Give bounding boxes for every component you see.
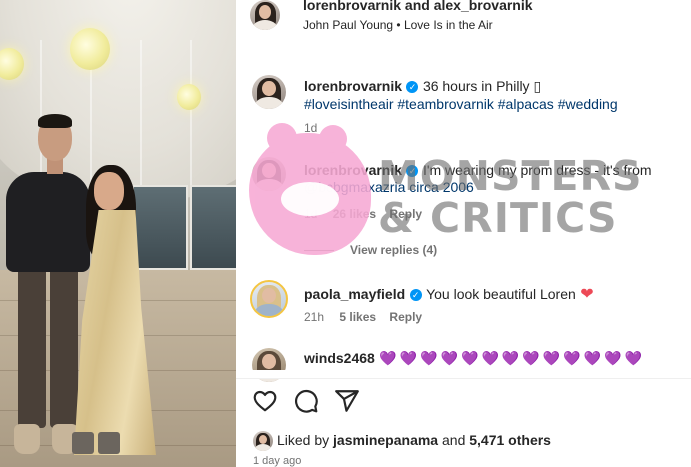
watermark-text: MONSTERS — [378, 152, 643, 200]
heart-outline-icon[interactable] — [252, 388, 278, 414]
comment-time: 21h — [304, 310, 325, 324]
caption-text: 36 hours in Philly ▯ — [422, 78, 542, 94]
post-timestamp: 1 day ago — [253, 455, 302, 467]
caption-hashtags[interactable]: #loveisintheair #teambrovarnik #alpacas … — [304, 96, 618, 112]
window — [190, 185, 236, 270]
comment-bubble-icon[interactable] — [293, 388, 319, 414]
post-author-avatar[interactable] — [250, 0, 280, 30]
comment-meta: 21h 5 likes Reply — [304, 310, 422, 324]
watermark-logo-face — [281, 182, 339, 216]
lantern — [70, 28, 110, 70]
view-replies-button[interactable]: View replies (4) — [350, 243, 437, 257]
comment-username[interactable]: paola_mayfield — [304, 286, 405, 302]
comment-avatar[interactable] — [250, 280, 288, 318]
comment-likes[interactable]: 5 likes — [339, 310, 376, 324]
comment-line: winds2468 💜💜💜💜💜💜💜💜💜💜💜💜💜 — [304, 350, 691, 368]
verified-badge-icon: ✓ — [406, 81, 419, 93]
post-photo[interactable] — [0, 0, 236, 467]
likes-count[interactable]: 5,471 others — [469, 432, 551, 448]
comment-text: You look beautiful Loren — [426, 286, 576, 302]
comment-line: paola_mayfield ✓ You look beautiful Lore… — [304, 284, 594, 304]
comment-username[interactable]: winds2468 — [304, 350, 375, 366]
watermark-text: & CRITICS — [378, 194, 618, 242]
window — [132, 185, 188, 270]
likes-summary: Liked by jasminepanama and 5,471 others — [277, 432, 551, 448]
verified-badge-icon: ✓ — [409, 289, 422, 301]
lantern — [177, 84, 201, 110]
caption-avatar[interactable] — [252, 75, 286, 109]
actions-divider — [236, 378, 691, 379]
red-heart-icon: ❤ — [580, 286, 594, 303]
audio-track[interactable]: John Paul Young • Love Is in the Air — [303, 18, 493, 32]
scroll-cutoff — [236, 370, 691, 378]
likes-prefix: Liked by — [277, 432, 334, 448]
likes-middle: and — [438, 432, 470, 448]
post-authors[interactable]: lorenbrovarnik and alex_brovarnik — [303, 0, 533, 13]
reply-button[interactable]: Reply — [389, 310, 422, 324]
paper-plane-icon[interactable] — [334, 388, 360, 414]
man-figure — [6, 172, 90, 272]
caption-username[interactable]: lorenbrovarnik — [304, 78, 402, 94]
liker-username[interactable]: jasminepanama — [333, 432, 438, 448]
caption-line: lorenbrovarnik ✓ 36 hours in Philly ▯ — [304, 78, 541, 96]
comment-text: 💜💜💜💜💜💜💜💜💜💜💜💜💜 — [379, 350, 645, 366]
liker-avatar[interactable] — [253, 431, 273, 451]
